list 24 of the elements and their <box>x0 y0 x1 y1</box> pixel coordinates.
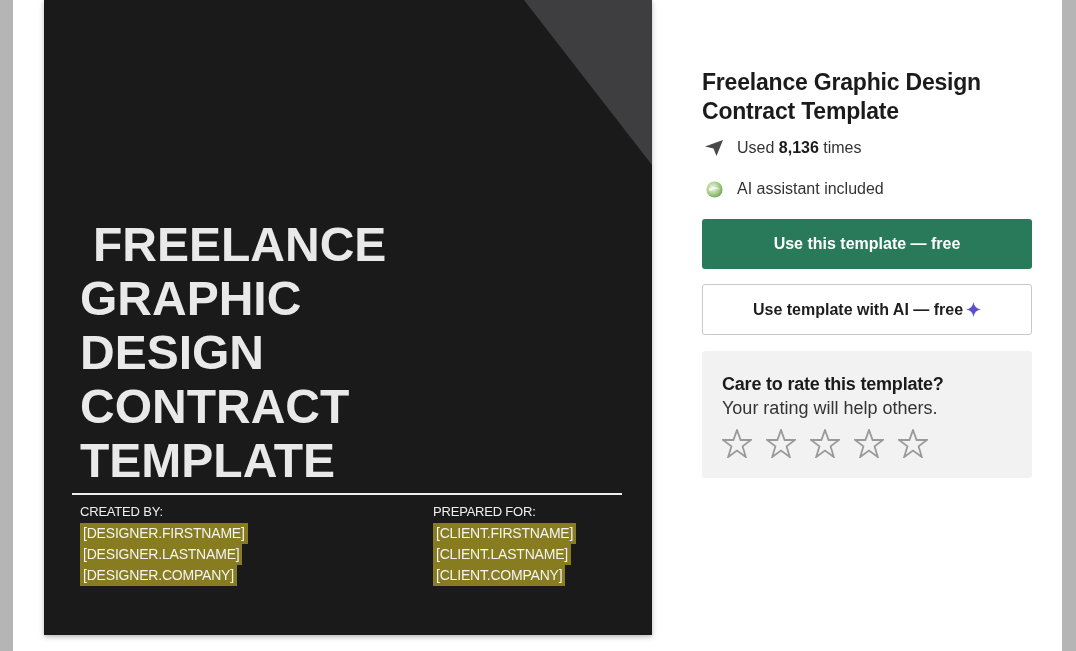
feature-text: AI assistant included <box>737 179 884 199</box>
party-label: PREPARED FOR: <box>433 504 536 520</box>
merge-field: [DESIGNER.COMPANY] <box>80 565 237 586</box>
merge-field: [CLIENT.FIRSTNAME] <box>433 523 577 544</box>
navigation-arrow-icon <box>704 139 724 157</box>
rating-heading: Care to rate this template? <box>722 373 944 395</box>
star-icon[interactable] <box>898 429 928 458</box>
use-with-ai-button[interactable]: Use template with AI — free <box>702 284 1032 335</box>
use-template-button[interactable]: Use this template — free <box>702 219 1032 269</box>
star-icon[interactable] <box>722 429 752 458</box>
swirl-icon <box>705 180 723 198</box>
sparkle-icon <box>966 302 982 317</box>
party-label: CREATED BY: <box>80 504 163 520</box>
merge-field: [CLIENT.LASTNAME] <box>433 544 571 565</box>
cover-title: FREELANCE GRAPHIC DESIGN CONTRACT TEMPLATE <box>80 218 388 488</box>
merge-field: [CLIENT.COMPANY] <box>433 565 566 586</box>
star-icon[interactable] <box>766 429 796 458</box>
template-title: Freelance Graphic Design Contract Template <box>702 68 982 126</box>
rating-subtitle: Your rating will help others. <box>722 397 938 420</box>
merge-field: [DESIGNER.FIRSTNAME] <box>80 523 248 544</box>
star-icon[interactable] <box>810 429 840 458</box>
feature-text: Used 8,136 times <box>737 138 862 158</box>
merge-field: [DESIGNER.LASTNAME] <box>80 544 243 565</box>
star-icon[interactable] <box>854 429 884 458</box>
